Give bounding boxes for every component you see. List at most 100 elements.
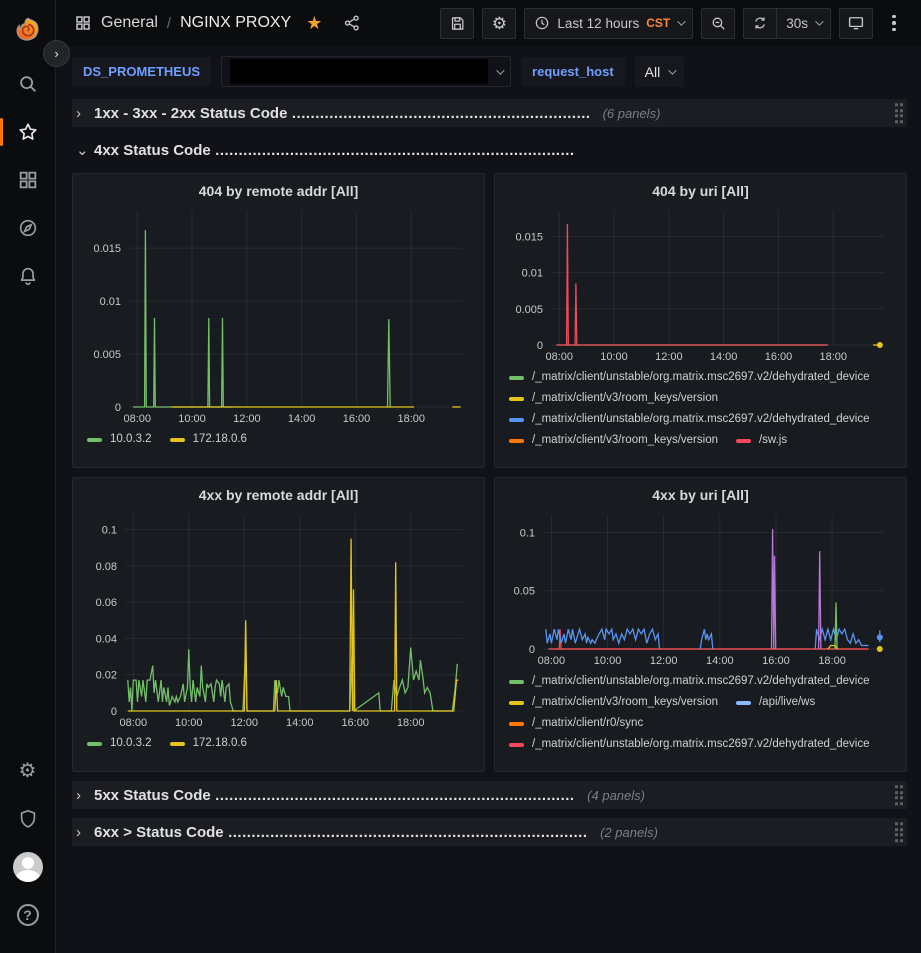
legend-item[interactable]: 10.0.3.2	[87, 733, 152, 754]
svg-text:18:00: 18:00	[820, 351, 848, 363]
row-leader-dots: ........................................…	[292, 105, 591, 122]
dashboard-title: NGINX PROXY	[180, 14, 291, 32]
time-series-chart[interactable]: 00.050.108:0010:0012:0014:0016:0018:00	[503, 505, 898, 669]
row-header-5xx[interactable]: › 5xx Status Code ......................…	[72, 781, 907, 809]
panel-4xx-by-remote-addr: 4xx by remote addr [All] 00.020.040.060.…	[72, 477, 485, 772]
panel-title[interactable]: 4xx by uri [All]	[503, 484, 898, 505]
dashboards-icon[interactable]	[8, 160, 48, 200]
zoom-out-button[interactable]	[701, 8, 735, 39]
svg-text:18:00: 18:00	[397, 717, 425, 729]
svg-text:08:00: 08:00	[123, 413, 151, 425]
row-header-4xx[interactable]: ⌄ 4xx Status Code ......................…	[72, 136, 907, 164]
row-leader-dots: ........................................…	[228, 824, 588, 841]
panel-title[interactable]: 404 by remote addr [All]	[81, 180, 476, 201]
legend-item[interactable]: /_matrix/client/unstable/org.matrix.msc2…	[509, 671, 870, 692]
svg-text:0.015: 0.015	[515, 231, 543, 243]
panel-404-by-uri: 404 by uri [All] 00.0050.010.01508:0010:…	[494, 173, 907, 468]
svg-text:10:00: 10:00	[175, 717, 203, 729]
svg-text:14:00: 14:00	[286, 717, 314, 729]
explore-compass-icon[interactable]	[8, 208, 48, 248]
user-avatar[interactable]	[8, 847, 48, 887]
legend-item[interactable]: /_matrix/client/r0/sync	[509, 713, 643, 734]
svg-text:18:00: 18:00	[398, 413, 426, 425]
legend-item[interactable]: /_matrix/client/unstable/org.matrix.msc2…	[509, 367, 870, 388]
help-icon[interactable]: ?	[8, 895, 48, 935]
panel-legend: 10.0.3.2 172.18.0.6	[81, 427, 476, 463]
legend-item[interactable]: 172.18.0.6	[170, 733, 247, 754]
server-admin-shield-icon[interactable]	[8, 799, 48, 839]
svg-text:10:00: 10:00	[600, 351, 628, 363]
panel-title[interactable]: 404 by uri [All]	[503, 180, 898, 201]
datasource-variable-select[interactable]	[221, 56, 511, 87]
time-series-chart[interactable]: 00.0050.010.01508:0010:0012:0014:0016:00…	[503, 201, 898, 365]
sidebar-expand-button[interactable]: ›	[43, 40, 70, 67]
svg-text:16:00: 16:00	[762, 655, 790, 667]
refresh-interval-picker[interactable]: 30s	[777, 8, 831, 39]
svg-text:0: 0	[537, 340, 543, 352]
svg-text:0: 0	[529, 644, 535, 656]
kebab-menu-button[interactable]	[881, 8, 907, 39]
chevron-down-icon	[496, 66, 504, 74]
row-panel-count: (6 panels)	[603, 106, 661, 121]
time-series-chart[interactable]: 00.020.040.060.080.108:0010:0012:0014:00…	[81, 505, 476, 731]
breadcrumb-separator: /	[167, 15, 171, 32]
request-host-variable-select[interactable]: All	[635, 56, 685, 87]
grafana-logo[interactable]	[8, 10, 48, 50]
svg-text:18:00: 18:00	[818, 655, 846, 667]
row-drag-handle[interactable]	[895, 822, 904, 842]
row-title: 5xx Status Code	[94, 787, 211, 804]
chevron-down-icon: ⌄	[76, 141, 94, 159]
topbar-actions: ⚙ Last 12 hours CST	[440, 8, 907, 39]
legend-item[interactable]: /sw.js	[736, 430, 787, 451]
row-panel-count: (4 panels)	[587, 788, 645, 803]
chevron-right-icon: ›	[76, 105, 94, 122]
legend-item[interactable]: 10.0.3.2	[87, 429, 152, 450]
svg-text:08:00: 08:00	[545, 351, 573, 363]
breadcrumb-section[interactable]: General	[101, 14, 158, 32]
breadcrumb: General / NGINX PROXY ★	[74, 13, 361, 34]
row-drag-handle[interactable]	[895, 785, 904, 805]
save-dashboard-button[interactable]	[440, 8, 474, 39]
legend-item[interactable]: /api/live/ws	[736, 692, 815, 713]
star-filled-icon[interactable]: ★	[306, 13, 322, 34]
row-header-1xx-3xx-2xx[interactable]: › 1xx - 3xx - 2xx Status Code ..........…	[72, 99, 907, 127]
svg-text:0.015: 0.015	[93, 243, 121, 255]
refresh-button[interactable]	[743, 8, 777, 39]
alerting-bell-icon[interactable]	[8, 256, 48, 296]
tv-mode-button[interactable]	[839, 8, 873, 39]
timezone-label: CST	[646, 16, 670, 30]
svg-text:0.01: 0.01	[100, 296, 121, 308]
svg-text:10:00: 10:00	[178, 413, 206, 425]
row-title: 4xx Status Code	[94, 142, 211, 159]
variables-bar: DS_PROMETHEUS request_host All	[72, 56, 907, 87]
refresh-interval-label: 30s	[786, 16, 808, 31]
row-title: 1xx - 3xx - 2xx Status Code	[94, 105, 287, 122]
svg-text:08:00: 08:00	[120, 717, 148, 729]
panel-title[interactable]: 4xx by remote addr [All]	[81, 484, 476, 505]
row-header-6xx[interactable]: › 6xx > Status Code ....................…	[72, 818, 907, 846]
dashboard-grid-icon	[74, 14, 92, 32]
search-icon[interactable]	[8, 64, 48, 104]
topbar: General / NGINX PROXY ★ ⚙	[56, 0, 921, 46]
clock-icon	[534, 15, 550, 31]
starred-dashboards-icon[interactable]	[8, 112, 48, 152]
panel-grid-row-2: 4xx by remote addr [All] 00.020.040.060.…	[72, 477, 907, 772]
configuration-gear-icon[interactable]: ⚙	[8, 751, 48, 791]
chevron-down-icon	[668, 66, 676, 74]
legend-item[interactable]: /_matrix/client/unstable/org.matrix.msc2…	[509, 409, 870, 430]
refresh-group: 30s	[743, 8, 831, 39]
request-host-variable-label: request_host	[521, 57, 625, 86]
time-range-picker[interactable]: Last 12 hours CST	[524, 8, 693, 39]
legend-item[interactable]: /_matrix/client/v3/room_keys/version	[509, 388, 718, 409]
time-series-chart[interactable]: 00.0050.010.01508:0010:0012:0014:0016:00…	[81, 201, 476, 427]
legend-item[interactable]: /_matrix/client/v3/room_keys/version	[509, 692, 718, 713]
svg-text:0.1: 0.1	[102, 525, 117, 537]
panel-legend: 10.0.3.2 172.18.0.6	[81, 731, 476, 767]
legend-item[interactable]: /_matrix/client/v3/room_keys/version	[509, 430, 718, 451]
legend-item[interactable]: 172.18.0.6	[170, 429, 247, 450]
row-drag-handle[interactable]	[895, 103, 904, 123]
dashboard-settings-button[interactable]: ⚙	[482, 8, 516, 39]
share-icon[interactable]	[343, 14, 361, 32]
legend-item[interactable]: /_matrix/client/unstable/org.matrix.msc2…	[509, 734, 870, 755]
svg-text:0.02: 0.02	[96, 670, 117, 682]
